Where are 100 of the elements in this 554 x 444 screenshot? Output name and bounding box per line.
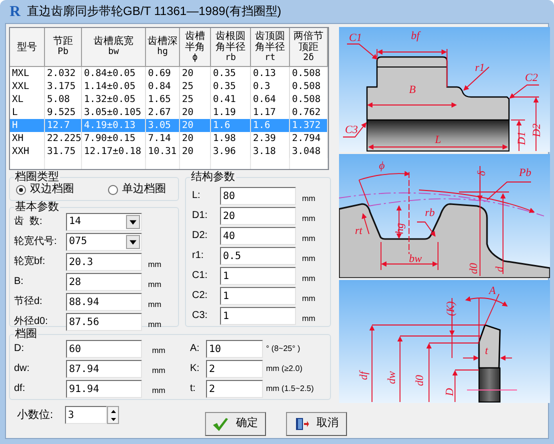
table-row[interactable]: XXL 3.175 1.14±0.05 0.84 25 0.35 0.3 0.508 bbox=[10, 80, 328, 93]
table-cell: 12.7 bbox=[47, 120, 70, 132]
table-cell: 31.75 bbox=[47, 146, 76, 158]
dimension-label: (K) bbox=[445, 301, 457, 316]
ok-button[interactable]: 确定 bbox=[205, 412, 266, 436]
table-cell: 1.6 bbox=[253, 120, 270, 132]
table-cell: 5.08 bbox=[47, 94, 70, 106]
unit-label: mm (1.5~2.5) bbox=[266, 384, 314, 394]
header-symbol: bw bbox=[108, 47, 119, 58]
header-label: 齿槽深 bbox=[146, 36, 178, 47]
input-field[interactable]: 1 bbox=[220, 287, 296, 305]
dimension-label: D bbox=[444, 388, 456, 396]
header-symbol: rb bbox=[225, 52, 236, 64]
table-cell: XXL bbox=[12, 80, 30, 92]
table-row[interactable]: XH 22.225 7.90±0.15 7.14 20 1.98 2.39 2.794 bbox=[10, 132, 328, 145]
table-cell: 0.84±0.05 bbox=[84, 68, 136, 80]
input-field[interactable]: 1 bbox=[220, 307, 296, 325]
group-title: 档圈类型 bbox=[14, 171, 60, 183]
unit-label: mm bbox=[148, 280, 162, 290]
radio-label[interactable]: 双边档圈 bbox=[30, 183, 74, 196]
cancel-button[interactable]: 取消 bbox=[286, 412, 347, 436]
dropdown[interactable]: 14 bbox=[66, 213, 142, 231]
dimension-label: δ bbox=[476, 170, 488, 176]
dimension-label: D2 bbox=[531, 124, 543, 137]
radio-label[interactable]: 单边档圈 bbox=[122, 183, 166, 196]
dimension-label: Pb bbox=[519, 167, 532, 179]
dimension-label: hg bbox=[394, 223, 406, 234]
table-cell: 0.84 bbox=[148, 80, 171, 92]
input-field[interactable]: 91.94 bbox=[66, 380, 142, 398]
group-title: 基本参数 bbox=[14, 201, 60, 213]
dimension-label: D1 bbox=[516, 132, 528, 145]
table-cell: 10.31 bbox=[148, 146, 177, 158]
table-cell: 20 bbox=[182, 68, 194, 80]
table-cell: 1.372 bbox=[292, 120, 321, 132]
input-field[interactable]: 87.94 bbox=[66, 360, 142, 378]
unit-label: mm bbox=[152, 386, 166, 396]
table-cell: 0.41 bbox=[213, 94, 236, 106]
input-field[interactable]: 87.56 bbox=[66, 313, 142, 331]
field-label: A: bbox=[190, 343, 200, 355]
table-cell: 0.64 bbox=[253, 94, 276, 106]
table-cell: 0.508 bbox=[292, 68, 321, 80]
radio-button[interactable] bbox=[108, 184, 118, 195]
table-cell: 4.19±0.13 bbox=[84, 120, 136, 132]
radio-button[interactable] bbox=[16, 184, 26, 195]
unit-label: mm bbox=[148, 260, 162, 270]
table-cell: 2.67 bbox=[148, 106, 171, 118]
unit-label: mm bbox=[302, 194, 316, 204]
table-row[interactable]: XXH 31.75 12.17±0.18 10.31 20 3.96 3.18 3.048 bbox=[10, 145, 328, 158]
field-label: df: bbox=[14, 383, 26, 395]
table-cell: 0.35 bbox=[213, 80, 236, 92]
unit-label: mm (≥2.0) bbox=[266, 364, 302, 374]
dimension-label: C1 bbox=[349, 32, 362, 44]
field-label: C1: bbox=[191, 270, 209, 282]
table-row[interactable]: MXL 2.032 0.84±0.05 0.69 20 0.35 0.13 0.508 bbox=[10, 67, 328, 80]
input-field[interactable]: 40 bbox=[220, 227, 296, 245]
app-logo[interactable]: R bbox=[7, 4, 23, 20]
dimension-label: B bbox=[409, 84, 416, 96]
unit-label: mm bbox=[302, 294, 316, 304]
table-cell: 2.794 bbox=[292, 132, 321, 144]
input-field[interactable]: 2 bbox=[206, 360, 263, 378]
input-field[interactable]: 1 bbox=[220, 267, 296, 285]
table-cell: 20 bbox=[182, 146, 194, 158]
table-cell: 0.508 bbox=[292, 94, 321, 106]
table-cell: 1.65 bbox=[148, 94, 171, 106]
field-label: 外径d0: bbox=[14, 316, 49, 328]
table-row[interactable]: XL 5.08 1.32±0.05 1.65 25 0.41 0.64 0.508 bbox=[10, 93, 328, 106]
unit-label: mm bbox=[148, 320, 162, 330]
table-cell: 0.69 bbox=[148, 68, 171, 80]
input-field[interactable]: 28 bbox=[66, 273, 142, 291]
dropdown[interactable]: 075 bbox=[66, 233, 142, 251]
unit-label: mm bbox=[302, 314, 316, 324]
spinner[interactable] bbox=[107, 406, 119, 424]
unit-label: mm bbox=[148, 300, 162, 310]
input-field[interactable]: 20 bbox=[220, 207, 296, 225]
table-cell: 22.225 bbox=[47, 132, 82, 144]
header-label: 型号 bbox=[16, 42, 38, 52]
table-cell: 1.32±0.05 bbox=[84, 94, 136, 106]
input-field[interactable]: 10 bbox=[206, 340, 263, 358]
dimension-label: L bbox=[435, 134, 442, 146]
header-label: 齿槽底宽 bbox=[92, 36, 134, 47]
field-label: C2: bbox=[191, 290, 209, 302]
input-field[interactable]: 3 bbox=[65, 406, 107, 424]
input-field[interactable]: 20.3 bbox=[66, 253, 142, 271]
field-label: D: bbox=[14, 343, 25, 355]
field-label: L: bbox=[191, 190, 202, 202]
input-field[interactable]: 88.94 bbox=[66, 293, 142, 311]
dimension-label: d0 bbox=[468, 263, 480, 274]
input-field[interactable]: 80 bbox=[220, 187, 296, 205]
table-cell: 3.05 bbox=[148, 120, 171, 132]
table-cell: 1.98 bbox=[213, 132, 236, 144]
unit-label: mm bbox=[152, 346, 166, 356]
input-field[interactable]: 0.5 bbox=[220, 247, 296, 265]
dimension-label: C2 bbox=[525, 72, 538, 84]
table-cell: 7.90±0.15 bbox=[84, 132, 136, 144]
table-cell: 2.032 bbox=[47, 68, 76, 80]
input-field[interactable]: 60 bbox=[66, 340, 142, 358]
input-field[interactable]: 2 bbox=[206, 380, 263, 398]
field-label: 轮宽bf: bbox=[14, 256, 46, 268]
table-cell: 7.14 bbox=[148, 132, 171, 144]
unit-label: mm bbox=[152, 366, 166, 376]
